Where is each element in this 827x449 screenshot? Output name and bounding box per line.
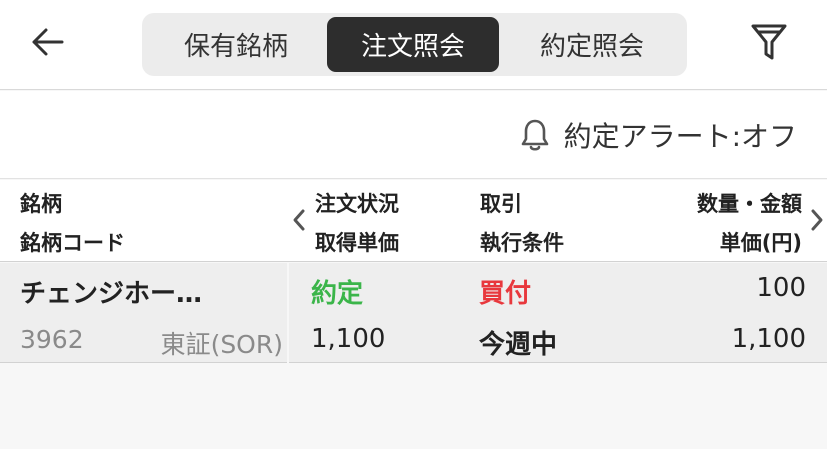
filter-button[interactable] <box>744 20 794 68</box>
market-name: 東証(SOR) <box>160 330 283 359</box>
acquisition-price: 1,100 <box>311 324 386 354</box>
order-inquiry-screen: 保有銘柄 注文照会 約定照会 約定アラート:オフ 銘柄 銘柄コード 注文状況 取… <box>0 0 827 449</box>
column-header-trade: 取引 <box>480 192 522 216</box>
filter-icon <box>750 22 788 66</box>
trade-type: 買付 <box>479 279 532 309</box>
column-divider <box>287 263 289 363</box>
tab-execution-inquiry[interactable]: 約定照会 <box>503 17 681 72</box>
order-status: 約定 <box>311 279 364 309</box>
table-header: 銘柄 銘柄コード 注文状況 取得単価 取引 執行条件 数量・金額 単価(円) <box>0 180 827 262</box>
top-bar: 保有銘柄 注文照会 約定照会 <box>0 0 827 90</box>
column-header-unit-price: 単価(円) <box>719 231 802 255</box>
segment-tabs: 保有銘柄 注文照会 約定照会 <box>142 13 687 76</box>
order-unit-price: 1,100 <box>731 324 806 354</box>
scroll-columns-left-button[interactable] <box>288 204 310 240</box>
order-row[interactable]: チェンジホー… 3962 東証(SOR) 約定 1,100 買付 今週中 100… <box>0 263 827 363</box>
column-header-quantity-amount: 数量・金額 <box>697 192 802 216</box>
execution-condition: 今週中 <box>479 330 558 360</box>
scroll-columns-right-button[interactable] <box>806 204 827 240</box>
column-header-execution-condition: 執行条件 <box>480 231 564 255</box>
column-header-status: 注文状況 <box>315 192 399 216</box>
bell-icon <box>520 117 550 153</box>
chevron-left-icon <box>292 208 306 236</box>
stock-code: 3962 <box>20 325 84 354</box>
column-header-code: 銘柄コード <box>20 231 125 255</box>
stock-name: チェンジホー… <box>20 279 203 309</box>
tab-order-inquiry[interactable]: 注文照会 <box>327 17 499 72</box>
tab-holdings[interactable]: 保有銘柄 <box>148 17 324 72</box>
column-header-name: 銘柄 <box>20 192 62 216</box>
order-quantity: 100 <box>756 273 806 303</box>
arrow-left-icon <box>30 27 64 61</box>
back-button[interactable] <box>22 22 72 66</box>
column-header-acquisition-price: 取得単価 <box>315 231 399 255</box>
alert-bar: 約定アラート:オフ <box>0 91 827 179</box>
execution-alert-label: 約定アラート:オフ <box>563 120 797 153</box>
chevron-right-icon <box>810 208 824 236</box>
execution-alert-toggle[interactable]: 約定アラート:オフ <box>520 113 797 157</box>
